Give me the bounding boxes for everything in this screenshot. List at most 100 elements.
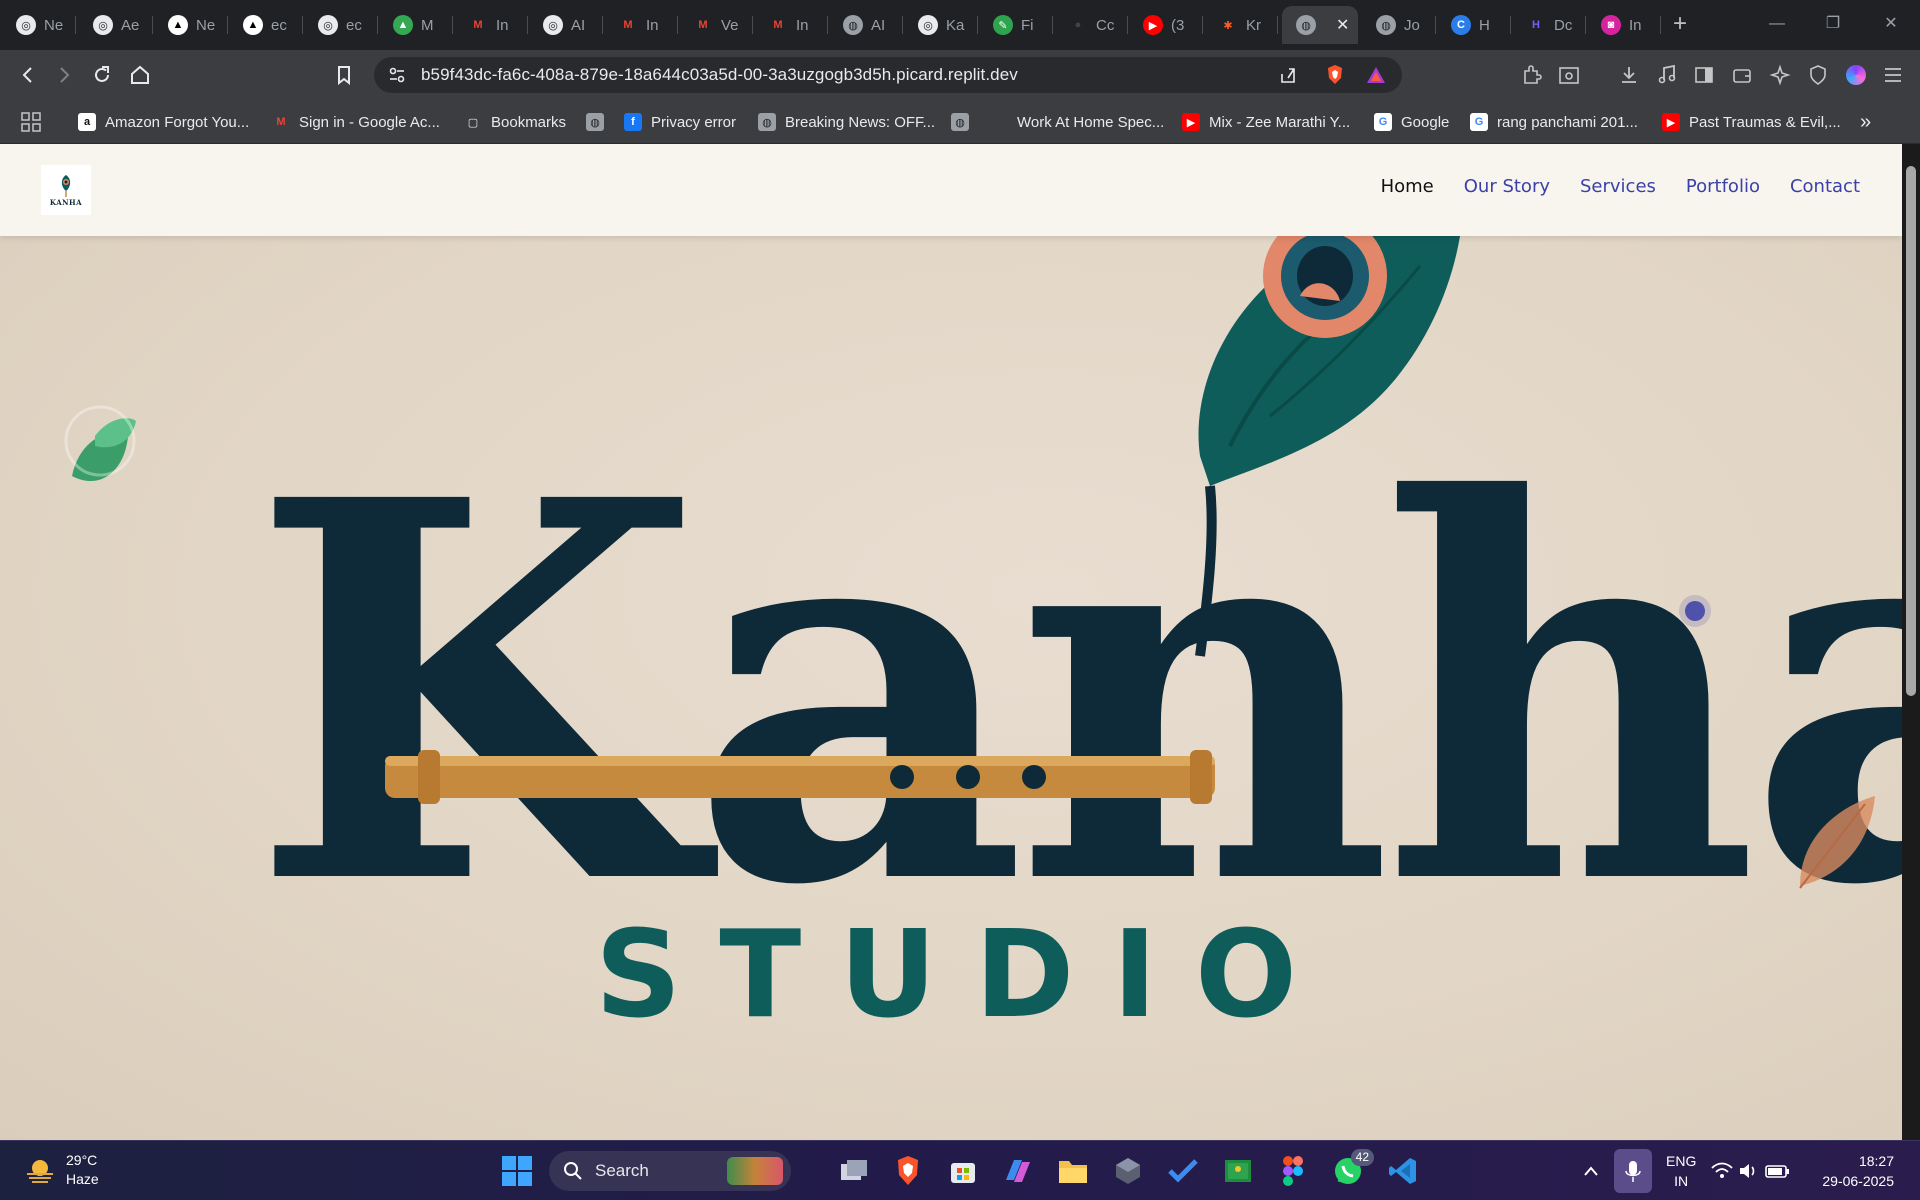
- weather-widget[interactable]: 29°C Haze: [24, 1151, 99, 1189]
- bookmark-item[interactable]: M Sign in - Google Ac...: [272, 108, 440, 136]
- url-text[interactable]: b59f43dc-fa6c-408a-879e-18a644c03a5d-00-…: [421, 65, 1018, 85]
- forward-icon[interactable]: [48, 59, 80, 91]
- browser-tab[interactable]: ◎ Ka: [904, 6, 978, 44]
- browser-tab[interactable]: ◎ ec: [304, 6, 378, 44]
- todo-icon[interactable]: [1165, 1153, 1201, 1189]
- extensions-icon[interactable]: [1519, 62, 1545, 88]
- bookmark-item[interactable]: ◍ Breaking News: OFF...: [758, 108, 935, 136]
- brave-rewards-icon[interactable]: [1365, 64, 1387, 86]
- apps-grid-icon[interactable]: [20, 108, 42, 136]
- restore-icon[interactable]: ❐: [1810, 8, 1856, 40]
- app-cube-icon[interactable]: [1110, 1153, 1146, 1189]
- browser-tab[interactable]: ◙ In: [1587, 6, 1661, 44]
- browser-tab[interactable]: M In: [604, 6, 678, 44]
- brave-browser-icon[interactable]: [890, 1153, 926, 1189]
- bookmark-item[interactable]: ▶ Mix - Zee Marathi Y...: [1182, 108, 1350, 136]
- bookmark-item[interactable]: G Google: [1374, 108, 1449, 136]
- gmail-icon: M: [276, 116, 286, 128]
- copilot-icon[interactable]: [1000, 1153, 1036, 1189]
- browser-tab[interactable]: ▲ Ne: [154, 6, 228, 44]
- wallet-icon[interactable]: [1729, 62, 1755, 88]
- nav-contact[interactable]: Contact: [1790, 176, 1860, 197]
- nav-services[interactable]: Services: [1580, 176, 1656, 197]
- bookmark-item[interactable]: a Amazon Forgot You...: [78, 108, 249, 136]
- microphone-icon[interactable]: [1614, 1149, 1652, 1193]
- gmail-icon: M: [698, 19, 708, 31]
- browser-tab[interactable]: ✱ Kr: [1204, 6, 1278, 44]
- browser-tab[interactable]: H Dc: [1512, 6, 1586, 44]
- close-window-icon[interactable]: ✕: [1868, 8, 1914, 40]
- page-scrollbar[interactable]: [1902, 144, 1920, 1140]
- browser-tab[interactable]: CH: [1437, 6, 1511, 44]
- taskbar-search[interactable]: Search: [549, 1151, 791, 1191]
- browser-tab[interactable]: ◍ Jo: [1362, 6, 1436, 44]
- home-icon[interactable]: [124, 59, 156, 91]
- bookmark-page-icon[interactable]: [328, 59, 360, 91]
- browser-tab[interactable]: ◎ Ae: [79, 6, 153, 44]
- bookmark-item[interactable]: Grang panchami 201...: [1470, 108, 1638, 136]
- page-search-icon[interactable]: [1556, 62, 1582, 88]
- browser-tab[interactable]: ✎ Fi: [979, 6, 1053, 44]
- sidebar-icon[interactable]: [1691, 62, 1717, 88]
- file-explorer-icon[interactable]: [1055, 1153, 1091, 1189]
- clock[interactable]: 18:27 29-06-2025: [1808, 1151, 1894, 1191]
- bookmark-item[interactable]: ◍: [951, 108, 978, 136]
- bookmark-item[interactable]: f Privacy error: [624, 108, 736, 136]
- site-logo[interactable]: KANHA: [41, 165, 91, 215]
- more-bookmarks-button[interactable]: »: [1860, 108, 1871, 136]
- nav-our-story[interactable]: Our Story: [1464, 176, 1550, 197]
- bookmark-label: Breaking News: OFF...: [785, 113, 936, 131]
- tray-overflow-icon[interactable]: [1573, 1153, 1609, 1189]
- browser-tab[interactable]: ◎ Ne: [2, 6, 76, 44]
- language-indicator[interactable]: ENG IN: [1666, 1151, 1696, 1191]
- site-navbar: KANHA Home Our Story Services Portfolio …: [0, 144, 1902, 236]
- new-tab-button[interactable]: +: [1665, 10, 1695, 40]
- start-button[interactable]: [502, 1156, 532, 1186]
- site-settings-icon[interactable]: [388, 66, 406, 89]
- profile-avatar-icon[interactable]: [1843, 62, 1869, 88]
- browser-tab[interactable]: M Ve: [679, 6, 753, 44]
- browser-tab[interactable]: ◍ AI: [829, 6, 903, 44]
- browser-tab[interactable]: ◎ AI: [529, 6, 603, 44]
- github-icon: ●: [1068, 15, 1088, 35]
- downloads-icon[interactable]: [1616, 62, 1642, 88]
- browser-tab-label: Ne: [44, 16, 64, 34]
- figma-icon: ✱: [1223, 19, 1233, 32]
- bookmark-item[interactable]: ▢ Bookmarks: [464, 108, 566, 136]
- browser-tab[interactable]: ● Cc: [1054, 6, 1128, 44]
- classroom-icon[interactable]: [1220, 1153, 1256, 1189]
- scrollbar-thumb[interactable]: [1906, 166, 1916, 696]
- browser-tab-label: Fi: [1021, 16, 1034, 34]
- leo-ai-icon[interactable]: [1767, 62, 1793, 88]
- openai-icon: ◎: [918, 15, 938, 35]
- brave-shields-icon[interactable]: [1324, 64, 1346, 86]
- quick-settings[interactable]: [1708, 1153, 1792, 1189]
- store-icon[interactable]: [945, 1153, 981, 1189]
- browser-tab[interactable]: ▲ M: [379, 6, 453, 44]
- browser-tab[interactable]: M In: [454, 6, 528, 44]
- bookmark-item[interactable]: ▶ Past Traumas & Evil,...: [1662, 108, 1841, 136]
- nav-portfolio[interactable]: Portfolio: [1686, 176, 1760, 197]
- browser-tab[interactable]: ▶ (3: [1129, 6, 1203, 44]
- browser-tab[interactable]: M In: [754, 6, 828, 44]
- browser-tab[interactable]: ▲ ec: [229, 6, 303, 44]
- close-tab-icon[interactable]: ✕: [1336, 15, 1349, 35]
- vpn-icon[interactable]: [1805, 62, 1831, 88]
- bookmark-item[interactable]: Work At Home Spec...: [1017, 108, 1164, 136]
- bookmark-item[interactable]: ◍: [586, 108, 613, 136]
- nav-home[interactable]: Home: [1381, 176, 1434, 197]
- whatsapp-icon[interactable]: 42: [1330, 1149, 1374, 1189]
- address-bar[interactable]: b59f43dc-fa6c-408a-879e-18a644c03a5d-00-…: [374, 57, 1402, 93]
- share-icon[interactable]: [1278, 65, 1298, 90]
- bookmark-label: Google: [1401, 113, 1450, 131]
- vscode-icon[interactable]: [1385, 1153, 1421, 1189]
- menu-icon[interactable]: [1880, 62, 1906, 88]
- figma-icon[interactable]: [1275, 1153, 1311, 1189]
- browser-tab[interactable]: ◍ ✕: [1282, 6, 1358, 44]
- media-icon[interactable]: [1654, 62, 1680, 88]
- minimize-icon[interactable]: —: [1754, 8, 1800, 40]
- task-view-icon[interactable]: [836, 1153, 872, 1189]
- reload-icon[interactable]: [86, 59, 118, 91]
- back-icon[interactable]: [12, 59, 44, 91]
- globe-icon: ◍: [1376, 15, 1396, 35]
